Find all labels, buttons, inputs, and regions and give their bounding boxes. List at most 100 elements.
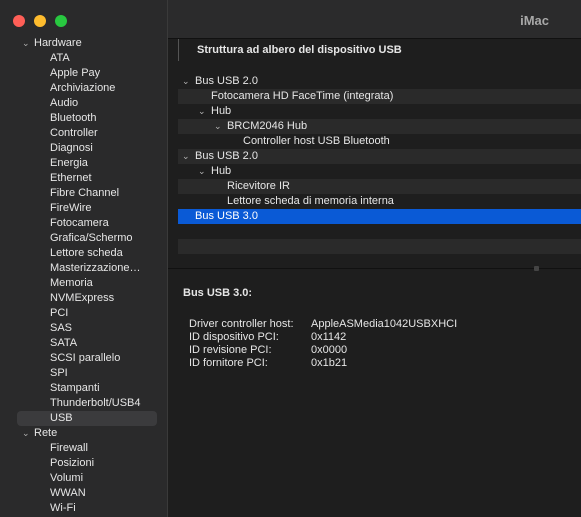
sidebar-item-wi-fi[interactable]: Wi-Fi (0, 501, 167, 516)
tree-row-ir-receiver[interactable]: Ricevitore IR (178, 179, 581, 194)
sidebar-item-ethernet[interactable]: Ethernet (0, 171, 167, 186)
sidebar-item-fotocamera[interactable]: Fotocamera (0, 216, 167, 231)
close-button[interactable] (13, 15, 25, 27)
sidebar-group-label: Hardware (34, 37, 82, 49)
sidebar-item-memoria[interactable]: Memoria (0, 276, 167, 291)
detail-pane: Bus USB 3.0: Driver controller host: App… (183, 286, 573, 370)
tree-row-hub[interactable]: ⌄ Hub (178, 164, 581, 179)
tree-row-bus-usb-3-0[interactable]: Bus USB 3.0 (178, 209, 581, 224)
chevron-down-icon[interactable]: ⌄ (182, 149, 192, 164)
chevron-down-icon[interactable]: ⌄ (214, 119, 224, 134)
sidebar-group-hardware[interactable]: ⌄ Hardware (0, 36, 167, 51)
tree-row-bus-usb-2-0[interactable]: ⌄ Bus USB 2.0 (178, 149, 581, 164)
tree-row-internal-card-reader[interactable]: Lettore scheda di memoria interna (178, 194, 581, 209)
main-pane: iMac Struttura ad albero del dispositivo… (168, 0, 581, 517)
sidebar-item-label: SPI (50, 367, 68, 379)
usb-tree-header[interactable]: Struttura ad albero del dispositivo USB (178, 39, 581, 61)
property-label: ID fornitore PCI: (189, 357, 268, 369)
tree-row-label: Bus USB 2.0 (195, 150, 258, 162)
tree-row-label: Controller host USB Bluetooth (243, 135, 390, 147)
sidebar-item-energia[interactable]: Energia (0, 156, 167, 171)
chevron-down-icon[interactable]: ⌄ (22, 426, 32, 441)
sidebar-item-masterizzazione[interactable]: Masterizzazione… (0, 261, 167, 276)
sidebar-item-label: Fibre Channel (50, 187, 120, 199)
sidebar-item-sata[interactable]: SATA (0, 336, 167, 351)
sidebar-item-posizioni[interactable]: Posizioni (0, 456, 167, 471)
sidebar-item-label: FireWire (50, 202, 92, 214)
split-handle-icon[interactable] (534, 266, 539, 271)
sidebar-item-nvmexpress[interactable]: NVMExpress (0, 291, 167, 306)
sidebar-item-grafica-schermo[interactable]: Grafica/Schermo (0, 231, 167, 246)
property-table: Driver controller host: AppleASMedia1042… (183, 318, 573, 370)
property-value: 0x0000 (311, 344, 348, 356)
sidebar-item-stampanti[interactable]: Stampanti (0, 381, 167, 396)
property-label: Driver controller host: (189, 318, 294, 330)
sidebar-item-diagnosi[interactable]: Diagnosi (0, 141, 167, 156)
tree-row-label: Lettore scheda di memoria interna (227, 195, 394, 207)
property-row: ID dispositivo PCI: 0x1142 (183, 331, 573, 344)
sidebar-item-label: Controller (50, 127, 98, 139)
sidebar-item-volumi[interactable]: Volumi (0, 471, 167, 486)
minimize-button[interactable] (34, 15, 46, 27)
sidebar-item-wwan[interactable]: WWAN (0, 486, 167, 501)
sidebar-item-bluetooth[interactable]: Bluetooth (0, 111, 167, 126)
sidebar-item-audio[interactable]: Audio (0, 96, 167, 111)
tree-row-label: Ricevitore IR (227, 180, 290, 192)
chevron-down-icon[interactable]: ⌄ (22, 36, 32, 51)
chevron-down-icon[interactable]: ⌄ (198, 164, 208, 179)
sidebar-item-archiviazione[interactable]: Archiviazione (0, 81, 167, 96)
sidebar-item-label: WWAN (50, 487, 86, 499)
tree-row-label: Hub (211, 165, 232, 177)
tree-row-label: BRCM2046 Hub (227, 120, 308, 132)
zoom-button[interactable] (55, 15, 67, 27)
property-row: Driver controller host: AppleASMedia1042… (183, 318, 573, 331)
sidebar-item-firewire[interactable]: FireWire (0, 201, 167, 216)
sidebar-item-ata[interactable]: ATA (0, 51, 167, 66)
sidebar-item-label: Stampanti (50, 382, 100, 394)
sidebar-item-firewall[interactable]: Firewall (0, 441, 167, 456)
tree-row-bus-usb-2-0[interactable]: ⌄ Bus USB 2.0 (178, 74, 581, 89)
window-title: iMac (520, 13, 549, 28)
sidebar-item-label: Masterizzazione… (50, 262, 141, 274)
sidebar-item-label: Volumi (50, 472, 84, 484)
sidebar-group-rete[interactable]: ⌄ Rete (0, 426, 167, 441)
sidebar-item-label: Energia (50, 157, 88, 169)
sidebar-item-label: ATA (50, 52, 70, 64)
sidebar: ⌄ Hardware ATA Apple Pay Archiviazione A… (0, 0, 168, 517)
property-value: 0x1b21 (311, 357, 348, 369)
property-row: ID fornitore PCI: 0x1b21 (183, 357, 573, 370)
sidebar-item-fibre-channel[interactable]: Fibre Channel (0, 186, 167, 201)
sidebar-item-thunderbolt-usb4[interactable]: Thunderbolt/USB4 (0, 396, 167, 411)
chevron-down-icon[interactable]: ⌄ (182, 74, 192, 89)
sidebar-item-label: SCSI parallelo (50, 352, 121, 364)
sidebar-item-label: Wi-Fi (50, 502, 76, 514)
tree-row-hub[interactable]: ⌄ Hub (178, 104, 581, 119)
sidebar-item-label: Archiviazione (50, 82, 116, 94)
tree-row-bluetooth-host-controller[interactable]: Controller host USB Bluetooth (178, 134, 581, 149)
sidebar-item-pci[interactable]: PCI (0, 306, 167, 321)
sidebar-item-sas[interactable]: SAS (0, 321, 167, 336)
tree-row-label: Fotocamera HD FaceTime (integrata) (211, 90, 394, 102)
sidebar-item-apple-pay[interactable]: Apple Pay (0, 66, 167, 81)
sidebar-item-scsi-parallelo[interactable]: SCSI parallelo (0, 351, 167, 366)
sidebar-item-label: Grafica/Schermo (50, 232, 133, 244)
sidebar-item-label: Memoria (50, 277, 93, 289)
sidebar-item-label: USB (50, 412, 73, 424)
property-value: AppleASMedia1042USBXHCI (311, 318, 458, 330)
sidebar-item-label: Bluetooth (50, 112, 97, 124)
sidebar-item-label: Fotocamera (50, 217, 109, 229)
sidebar-item-lettore-scheda[interactable]: Lettore scheda (0, 246, 167, 261)
sidebar-item-label: Ethernet (50, 172, 92, 184)
split-divider[interactable] (168, 268, 581, 269)
tree-row-label: Bus USB 2.0 (195, 75, 258, 87)
sidebar-item-usb[interactable]: USB (17, 411, 157, 426)
tree-row-brcm2046-hub[interactable]: ⌄ BRCM2046 Hub (178, 119, 581, 134)
property-row: ID revisione PCI: 0x0000 (183, 344, 573, 357)
chevron-down-icon[interactable]: ⌄ (198, 104, 208, 119)
sidebar-item-spi[interactable]: SPI (0, 366, 167, 381)
tree-row-facetime-camera[interactable]: Fotocamera HD FaceTime (integrata) (178, 89, 581, 104)
sidebar-item-controller[interactable]: Controller (0, 126, 167, 141)
sidebar-item-label: Posizioni (50, 457, 95, 469)
sidebar-tree: ⌄ Hardware ATA Apple Pay Archiviazione A… (0, 36, 167, 516)
sidebar-item-label: Audio (50, 97, 79, 109)
